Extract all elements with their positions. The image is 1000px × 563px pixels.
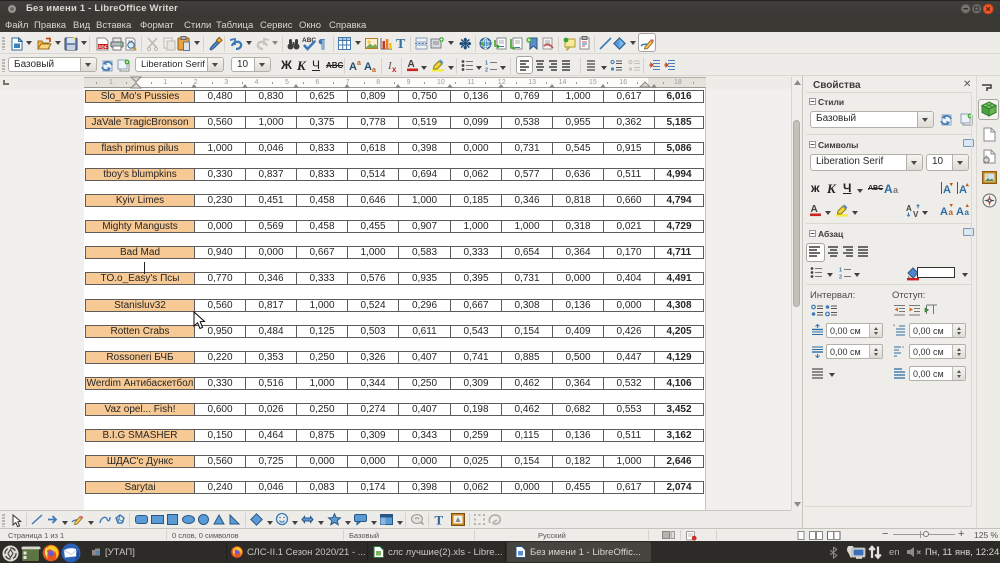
svg-text:A: A [956,206,964,218]
svg-text:¶: ¶ [318,37,326,52]
svg-text:PDF: PDF [99,44,108,49]
svg-text:”: ” [902,347,904,353]
svg-text:T: T [396,37,406,52]
svg-text:1: 1 [839,268,842,274]
svg-text:A: A [943,184,951,196]
svg-text:a: a [965,208,970,217]
svg-text:2: 2 [839,275,842,281]
svg-text:A: A [349,61,357,73]
svg-text:V: V [913,210,919,219]
svg-text:1: 1 [485,61,488,67]
svg-text:A: A [408,59,415,70]
svg-text:a: a [372,67,376,74]
svg-text:a: a [949,208,954,217]
svg-text:A: A [811,204,818,215]
svg-text:❉: ❉ [459,36,472,53]
svg-text:A: A [884,182,893,196]
svg-text:A: A [940,206,948,218]
svg-text:x: x [392,65,397,74]
svg-text:A: A [364,61,372,73]
svg-text:a: a [357,60,361,67]
svg-text:T: T [435,513,444,528]
svg-text:“: “ [893,325,895,331]
svg-text:A: A [906,204,912,213]
svg-text:a: a [893,185,899,195]
svg-text:2: 2 [485,68,488,74]
